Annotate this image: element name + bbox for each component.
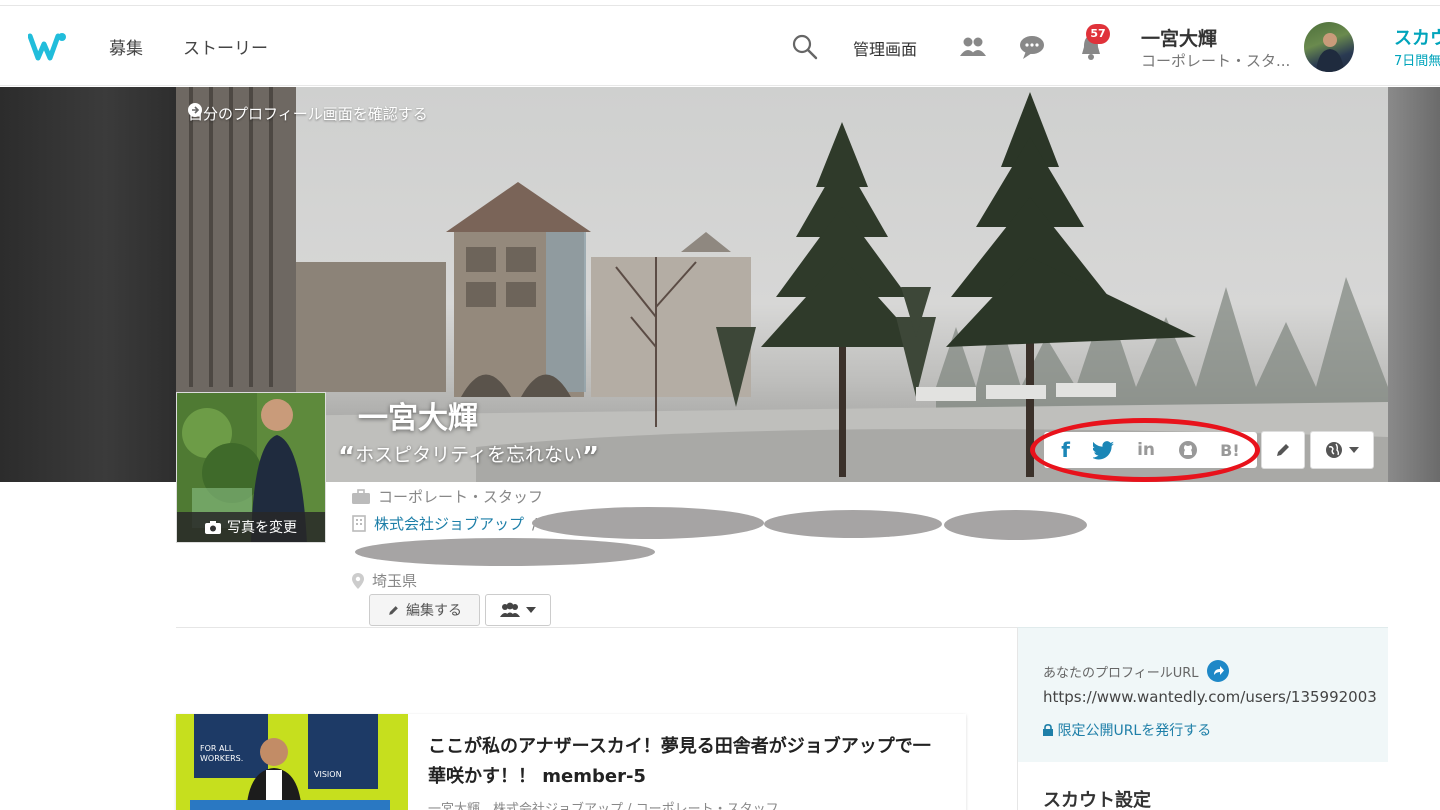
lock-icon xyxy=(1043,723,1053,736)
notification-badge: 57 xyxy=(1086,24,1110,44)
map-pin-icon xyxy=(352,572,364,589)
people-dropdown-button[interactable] xyxy=(485,594,551,626)
header-user-title[interactable]: コーポレート・スタ... xyxy=(1141,50,1291,71)
profile-photo[interactable]: 写真を変更 xyxy=(176,392,326,543)
briefcase-icon xyxy=(352,489,370,504)
story-meta: 一宮大輝 株式会社ジョブアップ / コーポレート・スタッフ xyxy=(428,802,779,810)
wantedly-logo[interactable] xyxy=(28,30,68,62)
limited-url-label: 限定公開URLを発行する xyxy=(1057,723,1212,739)
message-icon[interactable] xyxy=(1017,32,1047,62)
camera-icon xyxy=(205,520,221,534)
highlight-annotation xyxy=(1030,418,1260,482)
quote-close: ” xyxy=(581,442,600,472)
thumb-text-2: VISION xyxy=(314,770,342,779)
caret-down-icon xyxy=(526,607,536,613)
edit-profile-label: 編集する xyxy=(406,603,462,619)
search-icon[interactable] xyxy=(790,32,820,62)
admin-link[interactable]: 管理画面 xyxy=(853,36,917,60)
scout-link[interactable]: スカウ xyxy=(1394,24,1440,50)
people-icon[interactable] xyxy=(958,32,988,62)
section-divider xyxy=(176,627,1018,628)
share-icon[interactable] xyxy=(1206,660,1229,682)
limited-url-link[interactable]: 限定公開URLを発行する xyxy=(1043,720,1211,740)
profile-url-label: あなたのプロフィールURL xyxy=(1043,665,1199,681)
role-text: コーポレート・スタッフ xyxy=(378,488,544,506)
profile-url-panel: あなたのプロフィールURL https://www.wantedly.com/u… xyxy=(1017,627,1388,762)
company-line: 株式会社ジョブアップ / xyxy=(352,513,537,534)
scout-settings-heading: スカウト設定 xyxy=(1043,790,1151,810)
profile-url-label-row: あなたのプロフィールURL xyxy=(1043,660,1229,682)
redaction-mark xyxy=(532,507,764,539)
header-user-name[interactable]: 一宮大輝 xyxy=(1141,24,1217,51)
building-icon xyxy=(352,515,366,532)
nav-recruit[interactable]: 募集 xyxy=(109,34,143,59)
profile-url[interactable]: https://www.wantedly.com/users/135992003 xyxy=(1043,688,1377,706)
redaction-mark xyxy=(764,510,942,538)
role-line: コーポレート・スタッフ xyxy=(352,486,543,507)
story-thumbnail[interactable]: FOR ALL WORKERS. VISION xyxy=(176,714,408,810)
change-photo-button[interactable]: 写真を変更 xyxy=(177,512,325,542)
company-link[interactable]: 株式会社ジョブアップ xyxy=(374,513,524,534)
catchphrase: “ホスピタリティを忘れない” xyxy=(338,440,599,472)
global-header: 募集 ストーリー 管理画面 57 一宮大輝 コーポレート・スタ... スカウ 7… xyxy=(0,6,1440,86)
story-title[interactable]: ここが私のアナザースカイ！夢見る田舎者がジョブアップで一華咲かす！！ membe… xyxy=(428,732,948,792)
pencil-icon xyxy=(1277,444,1289,456)
cover-blur-left xyxy=(0,87,176,482)
location-line: 埼玉県 xyxy=(352,570,417,591)
change-photo-label: 写真を変更 xyxy=(227,520,297,536)
catchphrase-text: ホスピタリティを忘れない xyxy=(355,444,582,466)
location-text: 埼玉県 xyxy=(372,572,418,590)
nav-story[interactable]: ストーリー xyxy=(183,34,268,59)
pencil-icon xyxy=(389,605,398,615)
visibility-dropdown[interactable] xyxy=(1310,431,1374,469)
thumb-text-1: FOR ALL WORKERS. xyxy=(200,744,244,763)
edit-cover-button[interactable] xyxy=(1261,431,1305,469)
users-icon xyxy=(500,602,520,617)
profile-name: 一宮大輝 xyxy=(358,401,478,436)
edit-profile-button[interactable]: 編集する xyxy=(369,594,480,626)
story-card[interactable]: FOR ALL WORKERS. VISION ここが私のアナザースカイ！夢見る… xyxy=(176,714,966,810)
globe-icon xyxy=(1326,442,1342,458)
quote-open: “ xyxy=(338,442,356,472)
scout-settings-panel: スカウト設定 xyxy=(1017,762,1388,810)
redaction-mark xyxy=(944,510,1087,540)
view-profile-link[interactable]: 自分のプロフィール画面を確認する xyxy=(188,103,428,124)
redaction-mark xyxy=(355,538,655,566)
avatar[interactable] xyxy=(1304,22,1354,72)
scout-trial-text: 7日間無 xyxy=(1394,54,1440,69)
arrow-circle-right-icon xyxy=(188,103,202,117)
cover-blur-right xyxy=(1388,87,1440,482)
caret-down-icon xyxy=(1349,447,1359,453)
